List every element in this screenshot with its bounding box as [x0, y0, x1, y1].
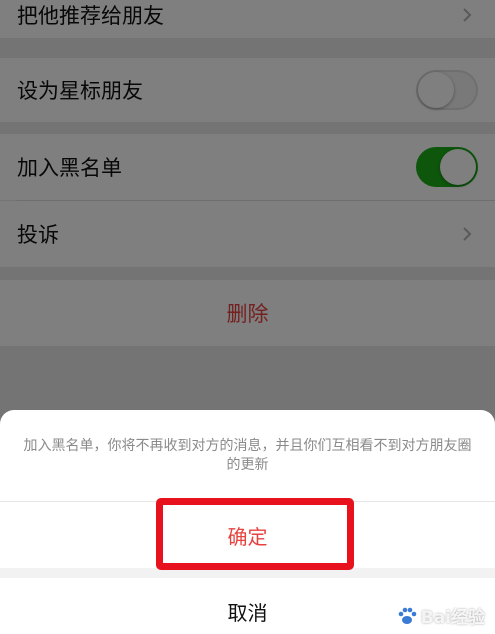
paw-icon [398, 607, 417, 624]
cancel-label: 取消 [227, 600, 268, 625]
highlight-box [156, 498, 354, 570]
action-sheet-message: 加入黑名单，你将不再收到对方的消息，并且你们互相看不到对方朋友圈的更新 [23, 438, 472, 473]
watermark-text: Bai经验 [420, 608, 485, 628]
watermark: Bai经验 [396, 603, 485, 628]
